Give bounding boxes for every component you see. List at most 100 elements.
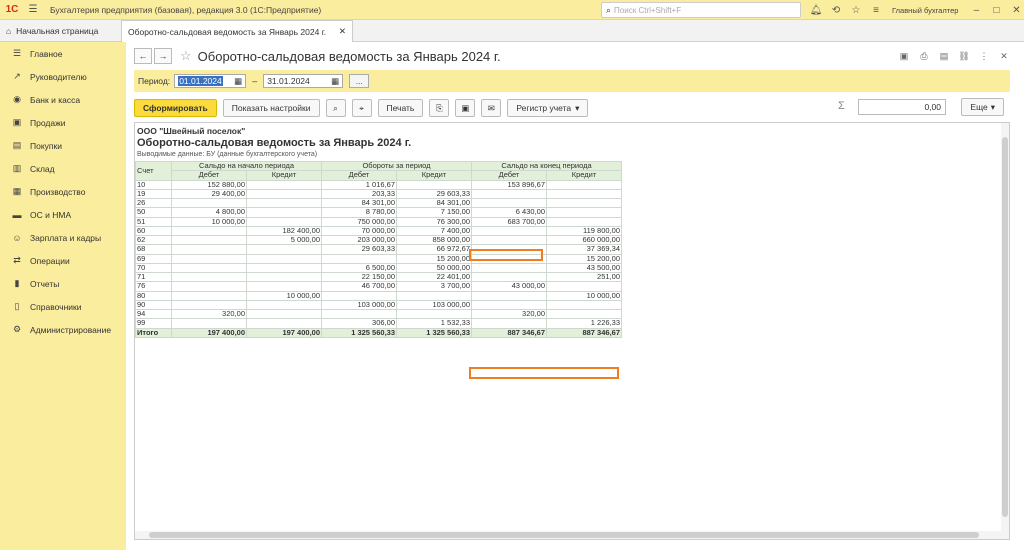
back-button[interactable]: ← xyxy=(134,48,152,64)
amount-cell xyxy=(246,188,322,200)
save-icon[interactable]: ▣ xyxy=(455,99,476,117)
account-cell: 99 xyxy=(135,318,172,329)
amount-cell: 6 500,00 xyxy=(321,262,397,274)
amount-cell xyxy=(471,188,547,200)
account-cell: 19 xyxy=(135,188,172,200)
sidebar-item-label: Покупки xyxy=(30,140,62,151)
amount-cell xyxy=(246,262,322,274)
sidebar-item-label: Главное xyxy=(30,48,63,59)
period-select-button[interactable]: ... xyxy=(349,74,370,88)
favorite-star-icon[interactable]: ☆ xyxy=(180,48,192,64)
amount-cell xyxy=(246,308,322,320)
account-cell: 62 xyxy=(135,234,172,246)
generate-button[interactable]: Сформировать xyxy=(134,99,217,117)
document-icon[interactable]: ▤ xyxy=(934,51,954,62)
page-title: Оборотно-сальдовая ведомость за Январь 2… xyxy=(197,48,501,64)
more-button[interactable]: Еще ▾ xyxy=(961,98,1004,116)
amount-cell xyxy=(246,299,322,311)
sidebar-item[interactable]: ☰ Главное xyxy=(0,42,126,65)
horizontal-scrollbar[interactable] xyxy=(135,531,1003,539)
show-settings-button[interactable]: Показать настройки xyxy=(222,99,320,117)
sidebar-item[interactable]: ▣ Продажи xyxy=(0,111,126,134)
calendar-icon[interactable]: ▦ xyxy=(234,76,242,87)
amount-cell: 7 150,00 xyxy=(396,207,472,218)
amount-cell xyxy=(171,234,247,246)
sidebar-item[interactable]: ▮ Отчеты xyxy=(0,272,126,295)
print-button[interactable]: Печать xyxy=(377,99,424,117)
tab-document-label: Оборотно-сальдовая ведомость за Январь 2… xyxy=(128,26,327,37)
hamburger-menu-icon[interactable]: ☰ xyxy=(24,0,42,20)
minimize-icon[interactable]: – xyxy=(966,0,986,20)
sidebar-item-label: Зарплата и кадры xyxy=(30,232,102,243)
amount-cell: 1 226,33 xyxy=(546,318,622,329)
total-row: Итого 197 400,00 197 400,00 1 325 560,33 1 3… xyxy=(135,327,622,338)
preview-icon[interactable]: ⎘ xyxy=(429,99,450,117)
search-options-icon[interactable]: ⌖ xyxy=(351,99,372,117)
sidebar-item[interactable]: ⇄ Операции xyxy=(0,249,126,272)
date-from-field[interactable]: 01.01.2024 ▦ xyxy=(174,74,247,88)
scroll-thumb[interactable] xyxy=(1002,137,1008,517)
warehouse-icon: ▥ xyxy=(12,163,22,173)
table-row: 50 4 800,00 8 780,00 7 150,00 6 430,00 xyxy=(135,207,622,218)
link-icon[interactable]: ⛓ xyxy=(954,51,974,62)
amount-cell xyxy=(171,244,247,255)
amount-cell xyxy=(471,197,547,209)
title-bar: 1С ☰ Бухгалтерия предприятия (базовая), … xyxy=(0,0,1024,20)
sidebar-item[interactable]: ▬ ОС и НМА xyxy=(0,203,126,226)
chevron-down-icon: ▾ xyxy=(575,102,580,113)
tab-document[interactable]: Оборотно-сальдовая ведомость за Январь 2… xyxy=(121,20,353,42)
bell-icon[interactable]: 🔔︎ xyxy=(806,0,826,20)
sidebar-item[interactable]: ▤ Покупки xyxy=(0,134,126,157)
sidebar-item-label: Склад xyxy=(30,163,55,174)
settings-icon[interactable]: ≡ xyxy=(866,0,886,20)
amount-cell xyxy=(246,244,322,255)
amount-cell xyxy=(171,318,247,329)
amount-cell xyxy=(471,225,547,237)
forward-button[interactable]: → xyxy=(154,48,172,64)
sidebar-item[interactable]: ↗ Руководителю xyxy=(0,65,126,88)
search-icon[interactable]: ⌕ xyxy=(325,99,346,117)
amount-cell: 152 880,00 xyxy=(171,179,247,190)
sum-icon: Σ xyxy=(838,100,845,112)
calendar-icon[interactable]: ▦ xyxy=(331,76,339,87)
maximize-icon[interactable]: □ xyxy=(986,0,1006,20)
amount-cell: 182 400,00 xyxy=(246,225,322,237)
sidebar-item[interactable]: ▥ Склад xyxy=(0,157,126,180)
star-icon[interactable]: ☆ xyxy=(846,0,866,20)
email-icon[interactable]: ✉ xyxy=(481,99,502,117)
table-row: 51 10 000,00 750 000,00 76 300,00 683 700,00 xyxy=(135,216,622,227)
sidebar-item[interactable]: ⚙ Администрирование xyxy=(0,318,126,341)
register-button[interactable]: Регистр учета ▾ xyxy=(507,99,589,117)
tab-home[interactable]: ⌂ Начальная страница xyxy=(0,20,120,41)
amount-cell: 320,00 xyxy=(171,308,247,320)
scroll-thumb[interactable] xyxy=(149,532,979,538)
history-icon[interactable]: ⟲ xyxy=(826,0,846,20)
search-placeholder: Поиск Ctrl+Shift+F xyxy=(614,5,682,15)
amount-cell xyxy=(246,197,322,209)
operations-icon: ⇄ xyxy=(13,255,21,265)
date-to-field[interactable]: 31.01.2024 ▦ xyxy=(263,74,344,88)
sidebar-item[interactable]: ▦ Производство xyxy=(0,180,126,203)
sidebar-item[interactable]: ▯ Справочники xyxy=(0,295,126,318)
amount-cell: 15 200,00 xyxy=(546,253,622,264)
amount-cell: 103 000,00 xyxy=(396,299,472,311)
header-debit: Дебет xyxy=(321,170,397,181)
close-icon[interactable]: ✕ xyxy=(1006,0,1024,20)
close-tab-icon[interactable]: ✕ xyxy=(339,26,346,37)
tab-home-label: Начальная страница xyxy=(16,25,99,36)
sidebar-item[interactable]: ☺ Зарплата и кадры xyxy=(0,226,126,249)
close-icon[interactable]: ✕ xyxy=(994,51,1014,62)
amount-cell: 4 800,00 xyxy=(171,207,247,218)
sidebar-item[interactable]: ◉ Банк и касса xyxy=(0,88,126,111)
account-cell: 26 xyxy=(135,197,172,209)
more-icon[interactable]: ⋮ xyxy=(974,51,994,62)
search-input[interactable]: ⌕ Поиск Ctrl+Shift+F xyxy=(601,2,801,18)
user-name[interactable]: Главный бухгалтер xyxy=(892,6,958,15)
vertical-scrollbar[interactable] xyxy=(1001,123,1009,539)
amount-cell xyxy=(546,281,622,292)
save-icon[interactable]: ▣ xyxy=(894,51,914,62)
total-cell: 197 400,00 xyxy=(246,327,322,338)
sum-field[interactable]: 0,00 xyxy=(858,99,946,115)
print-icon[interactable]: ⎙ xyxy=(914,51,934,62)
amount-cell xyxy=(546,216,622,227)
